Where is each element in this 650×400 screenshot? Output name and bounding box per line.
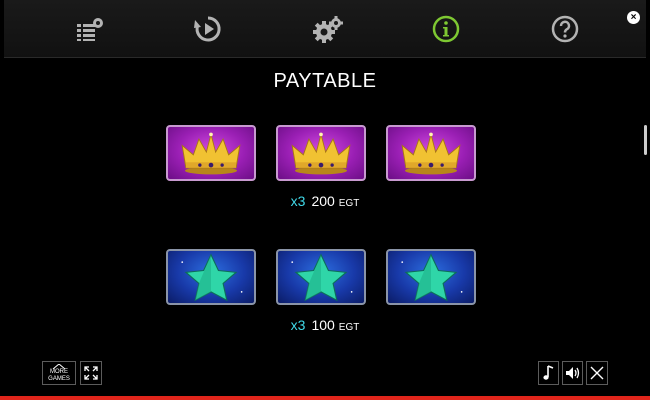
star-currency: EGT: [338, 322, 360, 333]
more-games-line1: MORE: [50, 368, 68, 375]
crown-amount: 200: [311, 193, 335, 209]
crown-icon: [181, 132, 241, 175]
crown-icon: [291, 132, 351, 175]
help-icon: [551, 15, 579, 43]
page-title: PAYTABLE: [273, 70, 377, 92]
crown-payout: x3 200 EGT: [0, 193, 650, 209]
speaker-icon: [565, 367, 579, 379]
fullscreen-button[interactable]: [80, 361, 102, 385]
star-icon: [181, 253, 243, 302]
star-icon: [291, 253, 353, 302]
scrollbar-thumb[interactable]: [644, 125, 647, 155]
paylines-settings-button[interactable]: [70, 9, 110, 49]
star-symbol-tile: [276, 249, 366, 305]
star-multiplier: x3: [290, 317, 306, 333]
bottom-status-bar: [0, 396, 650, 400]
crown-symbol-tile: [166, 125, 256, 181]
crown-symbol-tile: [386, 125, 476, 181]
autoplay-button[interactable]: [188, 9, 228, 49]
autoplay-icon: [194, 16, 221, 42]
settings-button[interactable]: [308, 9, 348, 49]
info-icon: [432, 15, 460, 43]
star-symbol-tile: [166, 249, 256, 305]
star-symbol-tile: [386, 249, 476, 305]
star-amount: 100: [311, 317, 335, 333]
music-toggle-button[interactable]: [538, 361, 559, 385]
close-menu-button[interactable]: ×: [627, 11, 640, 24]
more-games-line2: GAMES: [48, 375, 70, 382]
close-icon: [590, 366, 604, 380]
exit-button[interactable]: [586, 361, 608, 385]
star-icon: [401, 253, 463, 302]
crown-symbol-tile: [276, 125, 366, 181]
sound-toggle-button[interactable]: [562, 361, 583, 385]
help-button[interactable]: [545, 9, 585, 49]
paylines-settings-icon: [77, 18, 103, 41]
star-payout: x3 100 EGT: [0, 317, 650, 333]
settings-gears-icon: [313, 16, 343, 43]
more-games-button[interactable]: MORE GAMES: [42, 361, 76, 385]
info-button[interactable]: [426, 9, 466, 49]
crown-multiplier: x3: [290, 193, 306, 209]
top-menu-bar: [4, 0, 646, 58]
crown-currency: EGT: [338, 198, 360, 209]
crown-icon: [401, 132, 461, 175]
fullscreen-icon: [84, 366, 98, 380]
music-note-icon: [542, 365, 553, 380]
